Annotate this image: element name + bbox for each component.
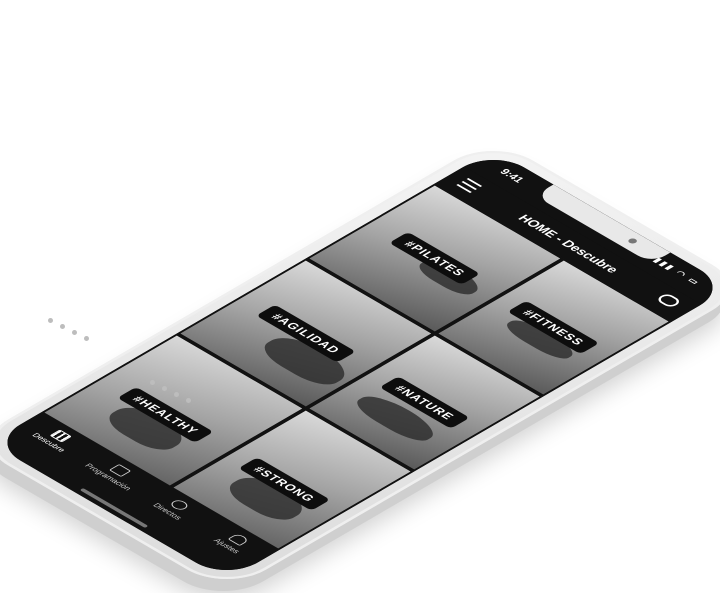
speaker-hole	[72, 330, 77, 335]
status-time: 9:41	[496, 167, 527, 185]
speaker-hole	[162, 386, 167, 391]
speaker-hole	[174, 392, 179, 397]
phone-device: 9:41 ▮▮▮ ◠ ▭ HOME - Descubre #PILATES #F…	[0, 137, 720, 593]
speaker-hole	[48, 318, 53, 323]
speaker-hole	[84, 336, 89, 341]
speaker-hole	[60, 324, 65, 329]
camera-icon	[626, 237, 639, 245]
speaker-hole	[186, 398, 191, 403]
speaker-hole	[150, 380, 155, 385]
phone-screen: 9:41 ▮▮▮ ◠ ▭ HOME - Descubre #PILATES #F…	[0, 149, 720, 581]
mockup-stage: 9:41 ▮▮▮ ◠ ▭ HOME - Descubre #PILATES #F…	[0, 0, 720, 593]
tab-label: Programación	[82, 462, 134, 492]
